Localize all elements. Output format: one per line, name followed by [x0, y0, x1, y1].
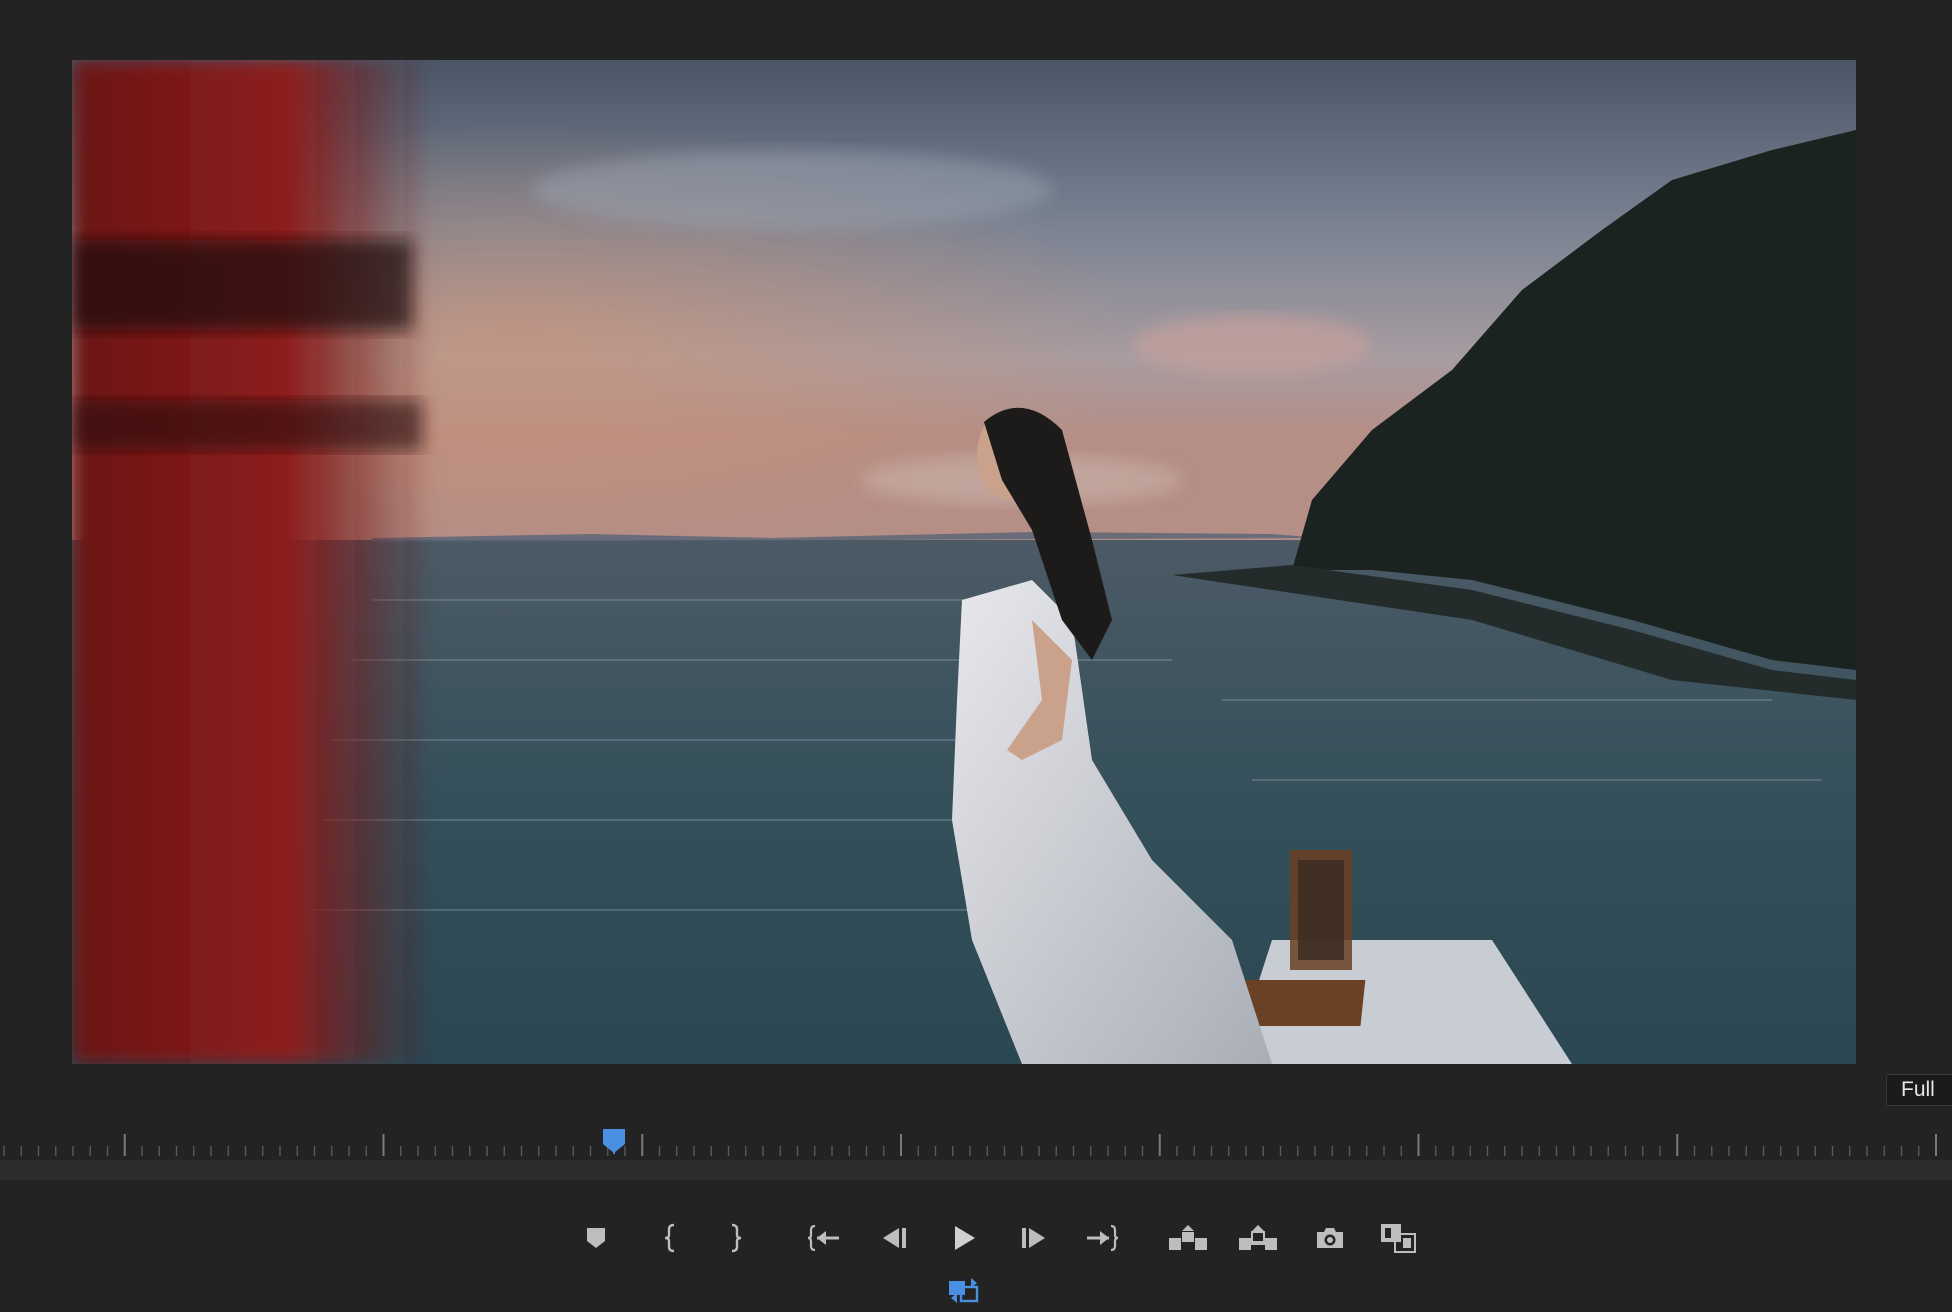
comparison-view-button[interactable] [1376, 1216, 1420, 1260]
comparison-view-icon [1381, 1224, 1416, 1253]
loop-playback-button[interactable] [942, 1268, 986, 1312]
lift-button[interactable] [1166, 1216, 1210, 1260]
time-ruler-ticks [3, 1134, 1937, 1156]
mark-in-icon [664, 1223, 675, 1253]
step-forward-icon [1022, 1228, 1045, 1248]
step-back-icon [883, 1228, 906, 1248]
video-frame[interactable] [72, 60, 1856, 1064]
playhead-icon [603, 1129, 625, 1154]
zoom-level-select[interactable]: Full [1886, 1074, 1952, 1106]
camera-icon [1317, 1228, 1343, 1248]
play-icon [955, 1226, 975, 1250]
go-to-out-icon [1087, 1224, 1119, 1252]
extract-button[interactable] [1236, 1216, 1280, 1260]
step-back-button[interactable] [872, 1216, 916, 1260]
program-monitor: Full [0, 0, 1952, 1308]
mark-out-icon [731, 1223, 742, 1253]
scrub-track[interactable] [0, 1160, 1952, 1180]
step-forward-button[interactable] [1012, 1216, 1056, 1260]
export-frame-button[interactable] [1308, 1216, 1352, 1260]
transport-controls [0, 1180, 1952, 1308]
time-ruler[interactable] [0, 1120, 1952, 1160]
play-button[interactable] [942, 1216, 986, 1260]
extract-icon [1239, 1225, 1277, 1250]
lift-icon [1169, 1225, 1207, 1250]
loop-icon [949, 1278, 979, 1303]
go-to-in-icon [807, 1224, 839, 1252]
add-marker-button[interactable] [574, 1216, 618, 1260]
mark-out-button[interactable] [713, 1216, 757, 1260]
playhead[interactable] [602, 1128, 626, 1154]
marker-icon [587, 1228, 605, 1248]
go-to-in-button[interactable] [802, 1216, 846, 1260]
go-to-out-button[interactable] [1080, 1216, 1124, 1260]
mark-in-button[interactable] [649, 1216, 693, 1260]
video-image [72, 60, 1856, 1064]
